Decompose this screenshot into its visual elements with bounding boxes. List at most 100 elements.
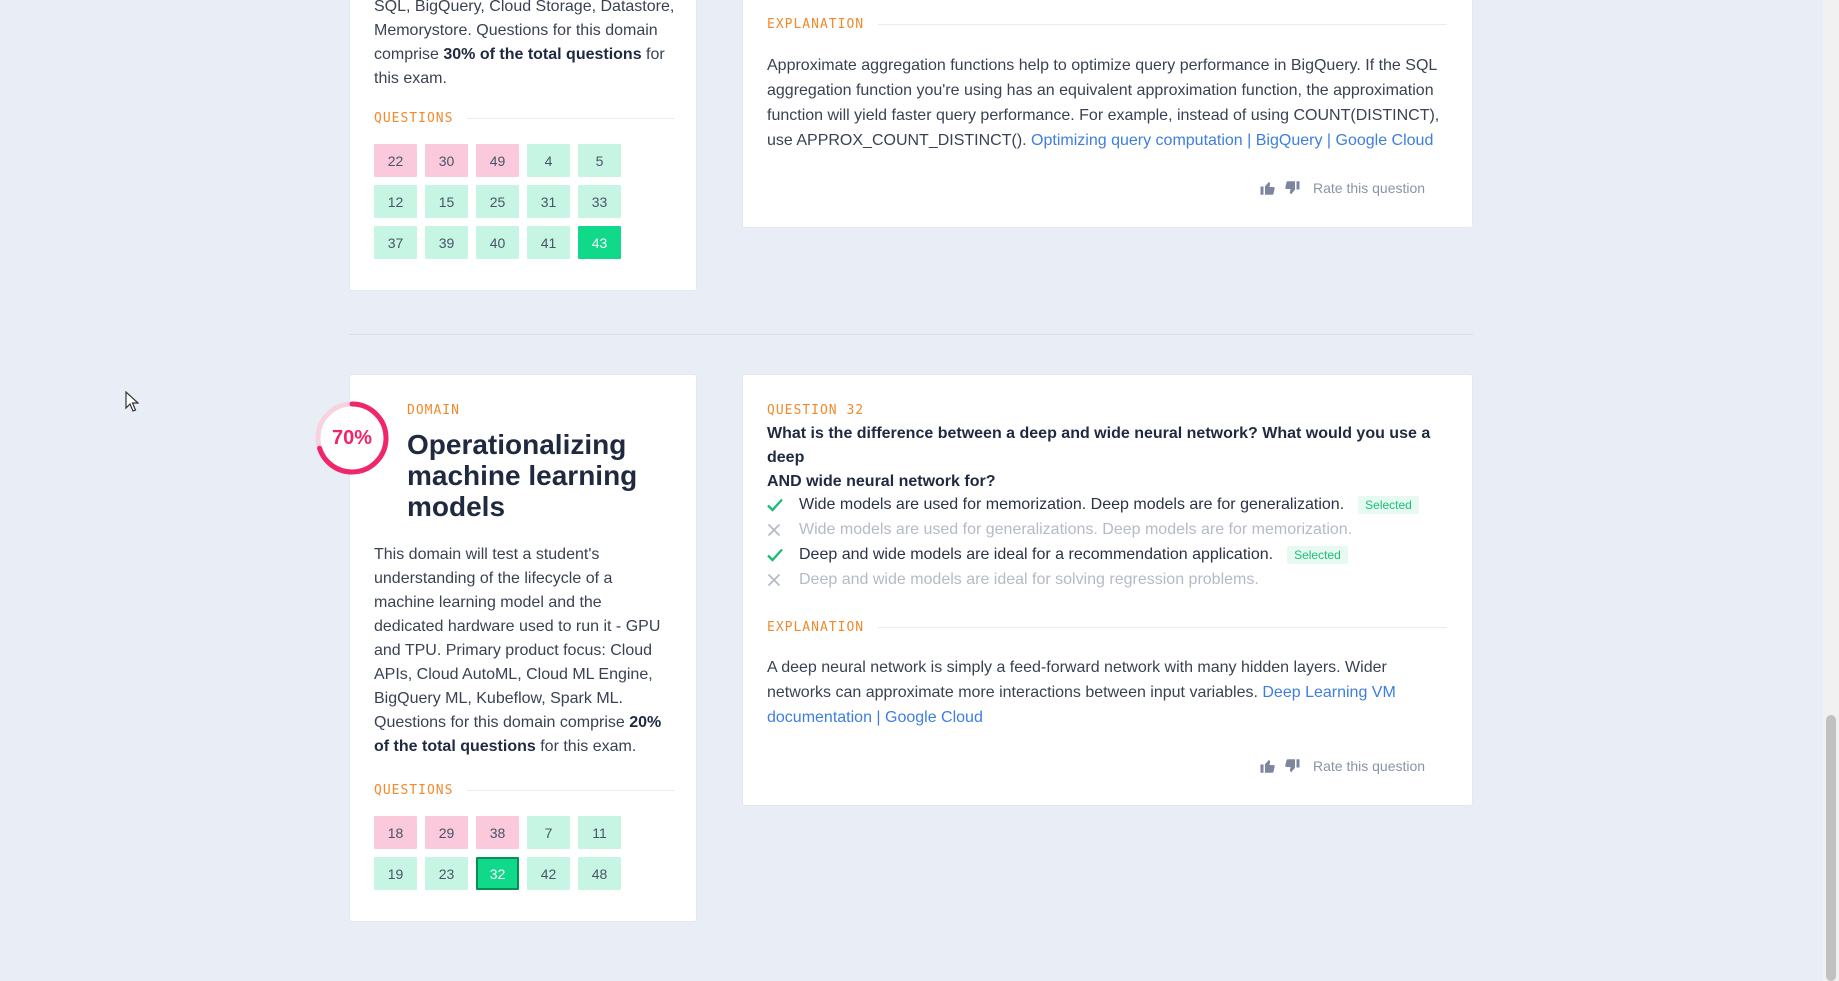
reference-link[interactable]: Deep Learning VM — [1262, 684, 1395, 701]
desc-line: Memorystore. Questions for this domain — [374, 22, 658, 39]
explanation-line: use APPROX_COUNT_DISTINCT(). Optimizing … — [767, 128, 1457, 153]
question-number-button[interactable]: 30 — [425, 144, 468, 177]
desc-line: This domain will test a student's — [374, 546, 600, 563]
question-number-button[interactable]: 37 — [374, 226, 417, 259]
explanation-label-text: EXPLANATION — [767, 17, 865, 32]
question-number-button[interactable]: 19 — [374, 857, 417, 890]
desc-line: BigQuery ML, Kubeflow, Spark ML. — [374, 690, 623, 707]
questions-label: QUESTIONS — [374, 783, 674, 798]
question-number-button[interactable]: 7 — [527, 816, 570, 849]
answer-text: Wide models are used for generalizations… — [799, 520, 1353, 538]
question-line: What is the difference between a deep an… — [767, 425, 1431, 466]
domain-description: SQL, BigQuery, Cloud Storage, Datastore,… — [374, 0, 684, 91]
question-number-button[interactable]: 40 — [476, 226, 519, 259]
question-card-32: QUESTION 32 What is the difference betwe… — [742, 374, 1473, 806]
desc-line: Questions for this domain comprise 20% — [374, 711, 684, 735]
question-number-button[interactable]: 4 — [527, 144, 570, 177]
desc-text: for this exam. — [535, 738, 637, 755]
answer-option: Wide models are used for generalizations… — [767, 517, 1419, 542]
questions-label: QUESTIONS — [374, 111, 674, 126]
domain-description: This domain will test a student's unders… — [374, 543, 684, 759]
domain-percent: 70% — [331, 426, 373, 449]
question-number-button[interactable]: 42 — [527, 857, 570, 890]
question-number-button[interactable]: 38 — [476, 816, 519, 849]
desc-line: comprise 30% of the total questions for — [374, 43, 684, 67]
question-number-button[interactable]: 11 — [578, 816, 621, 849]
page-scrollbar[interactable] — [1823, 0, 1839, 981]
question-number-button[interactable]: 43 — [578, 226, 621, 259]
answer-option: Wide models are used for memorization. D… — [767, 492, 1419, 517]
scrollbar-thumb[interactable] — [1826, 715, 1836, 981]
rate-label[interactable]: Rate this question — [1313, 758, 1425, 774]
desc-line: dedicated hardware used to run it - GPU — [374, 618, 661, 635]
explanation-line: aggregation function you're using has an… — [767, 82, 1434, 99]
answer-option: Deep and wide models are ideal for a rec… — [767, 542, 1419, 567]
question-number-button[interactable]: 23 — [425, 857, 468, 890]
thumbs-down-icon[interactable] — [1283, 757, 1301, 775]
desc-line: of the total questions for this exam. — [374, 735, 684, 759]
answer-text: Deep and wide models are ideal for solvi… — [799, 570, 1259, 588]
rate-label[interactable]: Rate this question — [1313, 180, 1425, 196]
mouse-cursor-icon — [125, 391, 139, 412]
question-grid: 22 30 49 4 5 12 15 25 31 33 37 39 40 41 43 — [374, 144, 621, 259]
desc-bold: 30% of the total questions — [443, 46, 642, 63]
desc-line: understanding of the lifecycle of a — [374, 570, 613, 587]
reference-link[interactable]: Optimizing query computation | BigQuery … — [1031, 132, 1433, 149]
check-icon — [767, 498, 799, 512]
desc-text: Questions for this domain comprise — [374, 714, 630, 731]
thumbs-up-icon[interactable] — [1259, 757, 1277, 775]
section-divider — [349, 334, 1473, 335]
domain-card-2: DOMAIN Operationalizing machine learning… — [349, 374, 697, 922]
question-line: AND wide neural network for? — [767, 473, 996, 490]
rate-question: Rate this question — [1259, 179, 1425, 197]
question-number-button[interactable]: 31 — [527, 185, 570, 218]
question-number-button[interactable]: 49 — [476, 144, 519, 177]
rate-question: Rate this question — [1259, 757, 1425, 775]
domain-score-donut: 70% — [312, 398, 392, 478]
explanation-line: documentation | Google Cloud — [767, 705, 1457, 730]
question-number-button[interactable]: 39 — [425, 226, 468, 259]
label-rule — [467, 790, 674, 791]
question-card-31: EXPLANATION Approximate aggregation func… — [742, 0, 1473, 228]
domain-label: DOMAIN — [407, 403, 460, 418]
question-label: QUESTION 32 — [767, 403, 864, 418]
question-number-button[interactable]: 5 — [578, 144, 621, 177]
title-line: Operationalizing — [407, 429, 627, 460]
explanation-line: A deep neural network is simply a feed-f… — [767, 659, 1387, 676]
question-number-button[interactable]: 29 — [425, 816, 468, 849]
label-rule — [878, 627, 1447, 628]
label-rule — [467, 118, 674, 119]
questions-label-text: QUESTIONS — [374, 783, 454, 798]
question-number-button[interactable]: 22 — [374, 144, 417, 177]
check-icon — [767, 548, 799, 562]
question-number-button[interactable]: 15 — [425, 185, 468, 218]
question-number-button[interactable]: 18 — [374, 816, 417, 849]
selected-badge: Selected — [1287, 545, 1348, 564]
question-number-button[interactable]: 41 — [527, 226, 570, 259]
explanation-line: Approximate aggregation functions help t… — [767, 57, 1438, 74]
question-number-button[interactable]: 48 — [578, 857, 621, 890]
results-page: SQL, BigQuery, Cloud Storage, Datastore,… — [0, 0, 1823, 981]
thumbs-up-icon[interactable] — [1259, 179, 1277, 197]
question-number-button[interactable]: 25 — [476, 185, 519, 218]
question-label-text: QUESTION 32 — [767, 403, 865, 418]
thumbs-down-icon[interactable] — [1283, 179, 1301, 197]
explanation-label: EXPLANATION — [767, 17, 1447, 32]
questions-label-text: QUESTIONS — [374, 111, 454, 126]
label-rule — [878, 24, 1447, 25]
desc-line: this exam. — [374, 70, 447, 87]
explanation-line: networks can approximate more interactio… — [767, 680, 1457, 705]
explanation-text: Approximate aggregation functions help t… — [767, 53, 1457, 153]
question-number-button[interactable]: 33 — [578, 185, 621, 218]
desc-line: SQL, BigQuery, Cloud Storage, Datastore, — [374, 0, 675, 15]
explanation-label: EXPLANATION — [767, 620, 1447, 635]
desc-text: comprise — [374, 46, 444, 63]
explanation-label-text: EXPLANATION — [767, 620, 865, 635]
explanation-text-part: networks can approximate more interactio… — [767, 684, 1263, 701]
title-line: machine learning — [407, 460, 638, 491]
question-number-button[interactable]: 12 — [374, 185, 417, 218]
reference-link[interactable]: documentation | Google Cloud — [767, 709, 983, 726]
question-number-button[interactable]: 32 — [476, 857, 519, 890]
selected-badge: Selected — [1358, 495, 1419, 514]
domain-label-text: DOMAIN — [407, 403, 460, 418]
